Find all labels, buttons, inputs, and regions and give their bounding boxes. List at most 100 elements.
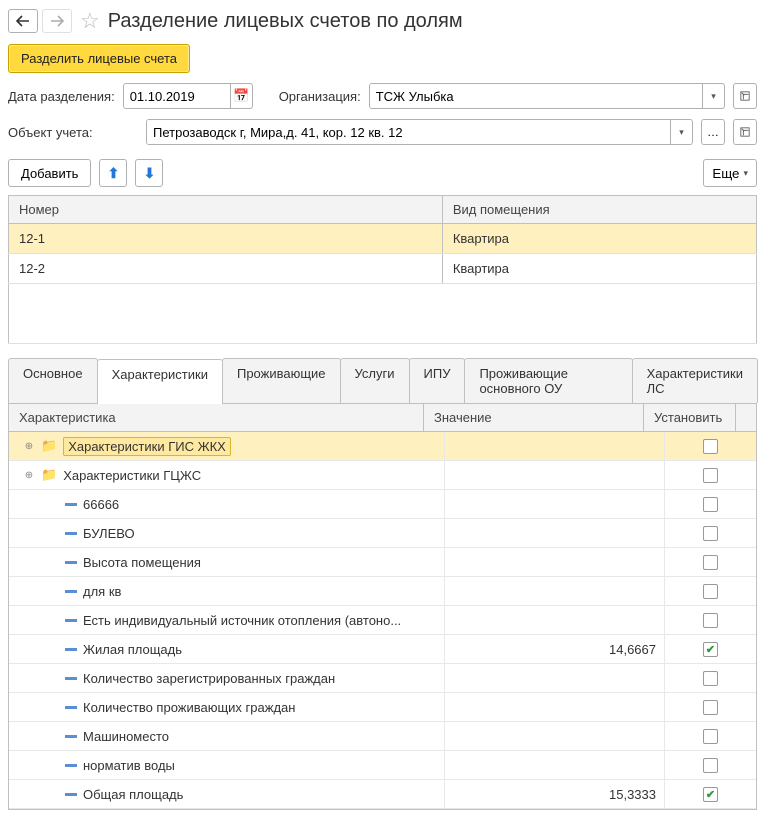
char-value[interactable]	[444, 722, 664, 750]
char-value[interactable]	[444, 490, 664, 518]
char-value[interactable]	[444, 751, 664, 779]
checkbox[interactable]	[703, 555, 718, 570]
checkbox[interactable]	[703, 642, 718, 657]
char-set-cell[interactable]	[664, 490, 756, 518]
split-accounts-button[interactable]: Разделить лицевые счета	[8, 44, 190, 73]
char-set-cell[interactable]	[664, 664, 756, 692]
nav-forward-button[interactable]	[42, 9, 72, 33]
char-value[interactable]	[444, 577, 664, 605]
char-value[interactable]: 15,3333	[444, 780, 664, 808]
title-bar: ☆ Разделение лицевых счетов по долям	[8, 8, 757, 34]
nav-back-button[interactable]	[8, 9, 38, 33]
char-value[interactable]	[444, 606, 664, 634]
char-value[interactable]	[444, 461, 664, 489]
char-set-cell[interactable]	[664, 635, 756, 663]
char-row[interactable]: для кв	[9, 577, 756, 606]
date-field[interactable]: 📅	[123, 83, 253, 109]
char-set-cell[interactable]	[664, 693, 756, 721]
char-row[interactable]: Количество проживающих граждан	[9, 693, 756, 722]
checkbox[interactable]	[703, 671, 718, 686]
char-row[interactable]: Высота помещения	[9, 548, 756, 577]
char-set-cell[interactable]	[664, 548, 756, 576]
char-set-cell[interactable]	[664, 577, 756, 605]
col-type[interactable]: Вид помещения	[442, 196, 756, 224]
obj-label: Объект учета:	[8, 125, 138, 140]
char-row[interactable]: ⊕📁Характеристики ГЦЖС	[9, 461, 756, 490]
checkbox[interactable]	[703, 497, 718, 512]
tab-1[interactable]: Характеристики	[97, 359, 223, 404]
add-button[interactable]: Добавить	[8, 159, 91, 187]
checkbox[interactable]	[703, 700, 718, 715]
page-title: Разделение лицевых счетов по долям	[108, 10, 463, 33]
cell-number[interactable]: 12-2	[9, 254, 443, 284]
char-value[interactable]	[444, 548, 664, 576]
dropdown-icon[interactable]: ▾	[670, 120, 692, 144]
obj-select-button[interactable]: …	[701, 119, 725, 145]
char-set-cell[interactable]	[664, 461, 756, 489]
char-set-cell[interactable]	[664, 606, 756, 634]
obj-field[interactable]: ▾	[146, 119, 693, 145]
expand-icon[interactable]: ⊕	[23, 470, 35, 481]
checkbox[interactable]	[703, 526, 718, 541]
tab-4[interactable]: ИПУ	[409, 358, 466, 403]
checkbox[interactable]	[703, 787, 718, 802]
move-up-button[interactable]: ⬆	[99, 159, 127, 187]
item-icon	[65, 677, 77, 680]
checkbox[interactable]	[703, 439, 718, 454]
org-field[interactable]: ▾	[369, 83, 725, 109]
char-rows[interactable]: ⊕📁Характеристики ГИС ЖКХ⊕📁Характеристики…	[9, 432, 756, 809]
accounts-table: Номер Вид помещения 12-1Квартира12-2Квар…	[8, 195, 757, 344]
cell-number[interactable]: 12-1	[9, 224, 443, 254]
char-set-cell[interactable]	[664, 519, 756, 547]
tab-0[interactable]: Основное	[8, 358, 98, 403]
char-label: норматив воды	[83, 758, 175, 773]
favorite-star-icon[interactable]: ☆	[80, 8, 100, 34]
expand-icon[interactable]: ⊕	[23, 441, 35, 452]
col-number[interactable]: Номер	[9, 196, 443, 224]
date-input[interactable]	[124, 84, 230, 108]
dropdown-icon[interactable]: ▾	[702, 84, 724, 108]
more-button[interactable]: Еще ▾	[703, 159, 757, 187]
char-value[interactable]	[444, 664, 664, 692]
obj-input[interactable]	[147, 120, 670, 144]
checkbox[interactable]	[703, 613, 718, 628]
checkbox[interactable]	[703, 729, 718, 744]
calendar-icon[interactable]: 📅	[230, 84, 252, 108]
col-set[interactable]: Установить	[644, 404, 736, 431]
table-row[interactable]: 12-1Квартира	[9, 224, 757, 254]
col-val[interactable]: Значение	[424, 404, 644, 431]
char-row[interactable]: норматив воды	[9, 751, 756, 780]
checkbox[interactable]	[703, 758, 718, 773]
obj-open-button[interactable]	[733, 119, 757, 145]
tab-2[interactable]: Проживающие	[222, 358, 341, 403]
checkbox[interactable]	[703, 468, 718, 483]
org-open-button[interactable]	[733, 83, 757, 109]
char-value[interactable]	[444, 693, 664, 721]
char-value[interactable]	[444, 432, 664, 460]
col-char[interactable]: Характеристика	[9, 404, 424, 431]
char-value[interactable]: 14,6667	[444, 635, 664, 663]
tab-6[interactable]: Характеристики ЛС	[632, 358, 758, 403]
move-down-button[interactable]: ⬇	[135, 159, 163, 187]
char-value[interactable]	[444, 519, 664, 547]
cell-type[interactable]: Квартира	[442, 224, 756, 254]
char-row[interactable]: Общая площадь15,3333	[9, 780, 756, 809]
tab-5[interactable]: Проживающие основного ОУ	[464, 358, 632, 403]
checkbox[interactable]	[703, 584, 718, 599]
cell-type[interactable]: Квартира	[442, 254, 756, 284]
char-row[interactable]: Жилая площадь14,6667	[9, 635, 756, 664]
org-input[interactable]	[370, 84, 702, 108]
char-row[interactable]: Машиноместо	[9, 722, 756, 751]
tab-bar: ОсновноеХарактеристикиПроживающиеУслугиИ…	[8, 358, 757, 404]
char-row[interactable]: 66666	[9, 490, 756, 519]
char-set-cell[interactable]	[664, 751, 756, 779]
char-set-cell[interactable]	[664, 780, 756, 808]
char-row[interactable]: Есть индивидуальный источник отопления (…	[9, 606, 756, 635]
char-set-cell[interactable]	[664, 432, 756, 460]
table-row[interactable]: 12-2Квартира	[9, 254, 757, 284]
tab-3[interactable]: Услуги	[340, 358, 410, 403]
char-row[interactable]: Количество зарегистрированных граждан	[9, 664, 756, 693]
char-set-cell[interactable]	[664, 722, 756, 750]
char-row[interactable]: БУЛЕВО	[9, 519, 756, 548]
char-row[interactable]: ⊕📁Характеристики ГИС ЖКХ	[9, 432, 756, 461]
